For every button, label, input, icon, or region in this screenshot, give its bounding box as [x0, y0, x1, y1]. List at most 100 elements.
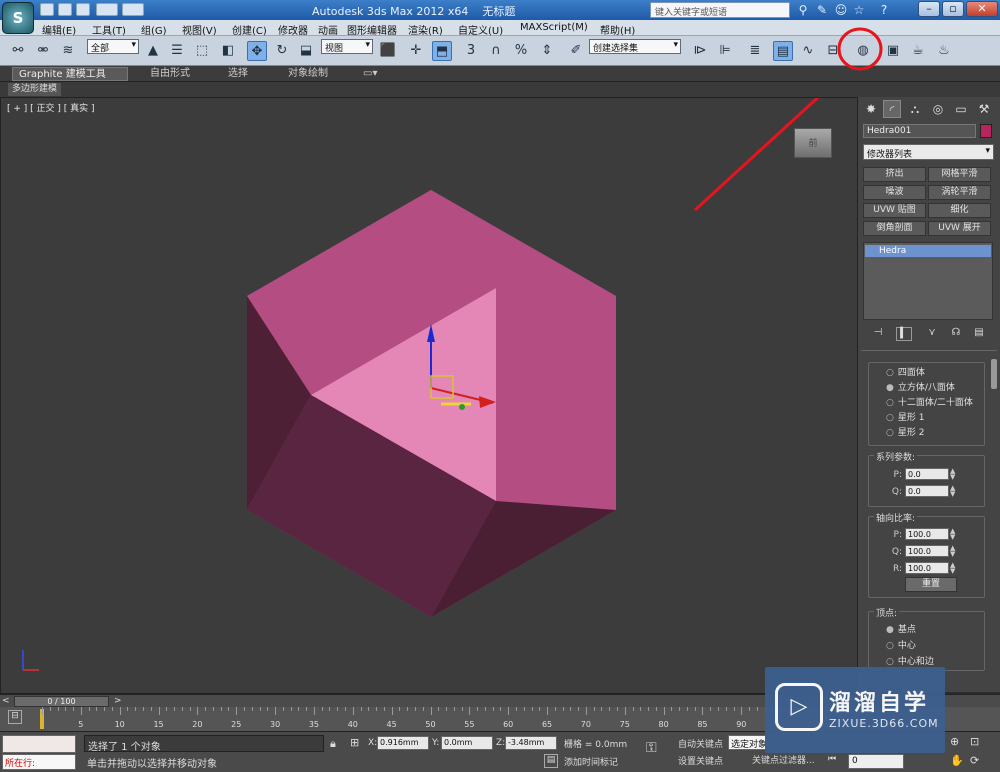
tab-graphite[interactable]: Graphite 建模工具 — [12, 67, 128, 81]
select-by-name-icon[interactable]: ☰ — [167, 41, 187, 61]
menu-customize[interactable]: 自定义(U) — [458, 22, 503, 37]
motion-tab-icon[interactable]: ◎ — [929, 100, 947, 118]
link-icon[interactable]: ⚯ — [8, 41, 28, 61]
tessellate-button[interactable]: 细化 — [928, 203, 991, 218]
menu-create[interactable]: 创建(C) — [232, 22, 267, 37]
maxscript-running-line[interactable]: 所在行: — [2, 754, 76, 770]
mini-curve-editor-icon[interactable]: ⊟ — [8, 710, 22, 724]
tab-selection[interactable]: 选择 — [222, 67, 254, 81]
time-slider[interactable]: 0 / 100 — [14, 696, 109, 707]
star-icon[interactable]: ☆ — [851, 2, 867, 18]
reset-button[interactable]: 重置 — [905, 577, 957, 592]
rendered-frame-window-icon[interactable]: ☕ — [908, 41, 928, 61]
lock-icon[interactable]: 🔒︎ — [330, 737, 336, 751]
radio-tetra[interactable]: 四面体 — [886, 365, 925, 378]
axis-p-arrows[interactable]: ▲ ▼ — [950, 528, 958, 541]
radio-star2[interactable]: 星形 2 — [886, 425, 925, 438]
hedra-object[interactable] — [247, 190, 616, 617]
angle-snap-icon[interactable]: ∩ — [486, 41, 506, 61]
key-icon[interactable]: ⚿ — [646, 740, 657, 756]
selection-filter-dropdown[interactable]: 全部 — [87, 39, 139, 54]
redo-icon[interactable] — [122, 3, 144, 16]
object-color-swatch[interactable] — [980, 124, 992, 138]
pivot-center-icon[interactable]: ⬛ — [378, 41, 398, 61]
menu-maxscript[interactable]: MAXScript(M) — [520, 22, 588, 33]
unwrap-uvw-button[interactable]: UVW 展开 — [928, 221, 991, 236]
snaps-toggle-icon[interactable]: 3 — [461, 41, 481, 61]
open-file-icon[interactable] — [58, 3, 72, 16]
noise-button[interactable]: 噪波 — [863, 185, 926, 200]
maximize-button[interactable]: ▫ — [942, 1, 964, 17]
tab-freeform[interactable]: 自由形式 — [144, 67, 196, 81]
selection-set-dropdown[interactable]: 选定对象 — [728, 735, 766, 750]
z-coord-field[interactable]: -3.48mm — [505, 736, 557, 750]
configure-modifier-sets-icon[interactable]: ▤ — [971, 327, 987, 341]
menu-view[interactable]: 视图(V) — [182, 22, 217, 37]
orbit-icon[interactable]: ⟳ — [970, 754, 979, 767]
stack-item-hedra[interactable]: Hedra — [865, 245, 991, 257]
extrude-button[interactable]: 挤出 — [863, 167, 926, 182]
modifier-stack[interactable]: Hedra — [863, 242, 993, 320]
modifier-list-dropdown[interactable]: 修改器列表 — [863, 144, 994, 160]
graphite-toggle-icon[interactable]: ▤ — [773, 41, 793, 61]
q-spinner[interactable]: 0.0 — [905, 485, 949, 497]
current-frame-field[interactable]: 0 — [848, 754, 904, 769]
rectangle-selection-icon[interactable]: ⬚ — [192, 41, 212, 61]
select-rotate-icon[interactable]: ↻ — [272, 41, 292, 61]
meshsmooth-button[interactable]: 网格平滑 — [928, 167, 991, 182]
menu-animation[interactable]: 动画 — [318, 22, 338, 37]
keyboard-shortcut-override-icon[interactable]: ⬒ — [432, 41, 452, 61]
window-crossing-icon[interactable]: ◧ — [218, 41, 238, 61]
radio-vertex-base[interactable]: 基点 — [886, 622, 916, 635]
zoom-icon[interactable]: ⊕ — [950, 735, 959, 748]
save-icon[interactable] — [76, 3, 90, 16]
go-to-start-icon[interactable]: ⏮ — [828, 754, 836, 764]
layer-manager-icon[interactable]: ≣ — [745, 41, 765, 61]
menu-graph-editors[interactable]: 图形编辑器 — [347, 22, 397, 37]
p-spinner[interactable]: 0.0 — [905, 468, 949, 480]
panel-scrollbar[interactable] — [991, 359, 997, 389]
ribbon-options-icon[interactable]: ▭▾ — [357, 67, 383, 81]
key-filters-button[interactable]: 关键点过滤器... — [752, 753, 815, 766]
named-selection-dropdown[interactable]: 创建选择集 — [589, 39, 681, 54]
binoculars-icon[interactable]: ⚲ — [795, 2, 811, 18]
y-coord-field[interactable]: 0.0mm — [441, 736, 493, 750]
absolute-mode-icon[interactable]: ⊞ — [350, 736, 359, 749]
menu-group[interactable]: 组(G) — [141, 22, 167, 37]
unlink-icon[interactable]: ⚮ — [33, 41, 53, 61]
pin-stack-icon[interactable]: ⊣ — [870, 327, 886, 341]
show-end-result-icon[interactable]: ▍ — [896, 327, 912, 341]
x-coord-field[interactable]: 0.916mm — [377, 736, 429, 750]
percent-snap-icon[interactable]: % — [511, 41, 531, 61]
q-spinner-arrows[interactable]: ▲ ▼ — [950, 485, 958, 498]
time-prev-arrow[interactable]: < — [2, 696, 10, 706]
select-scale-icon[interactable]: ⬓ — [296, 41, 316, 61]
axis-r-spinner[interactable]: 100.0 — [905, 562, 949, 574]
polygon-modeling-panel[interactable]: 多边形建模 — [8, 83, 62, 96]
undo-icon[interactable] — [96, 3, 118, 16]
render-production-icon[interactable]: ♨ — [934, 41, 954, 61]
new-file-icon[interactable] — [40, 3, 54, 16]
search-input[interactable]: 键入关键字或短语 — [650, 2, 790, 18]
menu-modifiers[interactable]: 修改器 — [278, 22, 308, 37]
utilities-tab-icon[interactable]: ⚒ — [975, 100, 993, 118]
radio-vertex-center[interactable]: 中心 — [886, 638, 916, 651]
user-icon[interactable]: ☺ — [833, 2, 849, 18]
remove-modifier-icon[interactable]: ☊ — [948, 327, 964, 341]
application-button[interactable]: S — [2, 2, 34, 34]
minimize-button[interactable]: – — [918, 1, 940, 17]
select-manipulate-icon[interactable]: ✛ — [406, 41, 426, 61]
radio-vertex-center-sides[interactable]: 中心和边 — [886, 654, 934, 667]
bevel-profile-button[interactable]: 倒角剖面 — [863, 221, 926, 236]
select-object-icon[interactable]: ▲ — [143, 41, 163, 61]
help-icon[interactable]: ? — [876, 2, 892, 18]
edit-named-selection-icon[interactable]: ✐ — [566, 41, 586, 61]
create-tab-icon[interactable]: ✸ — [862, 100, 880, 118]
radio-cube-octa[interactable]: 立方体/八面体 — [886, 380, 955, 393]
menu-edit[interactable]: 编辑(E) — [42, 22, 76, 37]
add-time-tag[interactable]: 添加时间标记 — [564, 755, 618, 768]
hierarchy-tab-icon[interactable]: ⛬ — [906, 100, 924, 118]
align-icon[interactable]: ⊫ — [715, 41, 735, 61]
curve-editor-icon[interactable]: ∿ — [798, 41, 818, 61]
menu-help[interactable]: 帮助(H) — [600, 22, 635, 37]
